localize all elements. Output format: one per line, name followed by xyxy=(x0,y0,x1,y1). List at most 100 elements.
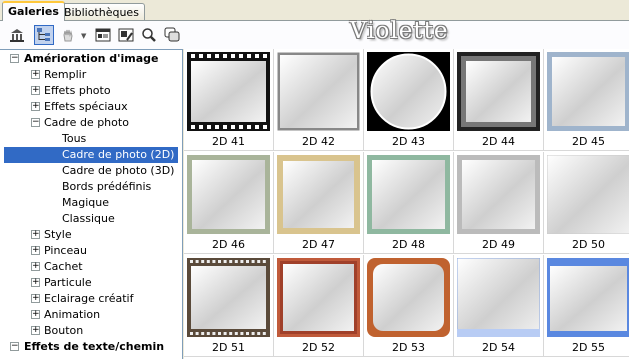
gallery-thumbnail[interactable]: 2D 48 xyxy=(364,152,454,254)
tree-view-icon xyxy=(37,28,50,41)
tree-item[interactable]: Magique xyxy=(0,195,182,211)
tree-item[interactable]: + Effets photo xyxy=(0,83,182,99)
copy-icon xyxy=(164,27,180,42)
hand-button[interactable] xyxy=(58,25,78,45)
search-button[interactable] xyxy=(139,25,159,45)
home-icon xyxy=(10,29,24,42)
thumbnail-label: 2D 55 xyxy=(572,341,605,354)
collapse-icon[interactable]: − xyxy=(31,118,40,127)
tree-item-label: Effets spéciaux xyxy=(44,100,128,113)
thumbnail-label: 2D 44 xyxy=(482,135,515,148)
collapse-icon[interactable]: − xyxy=(10,54,19,63)
thumbnail-label: 2D 47 xyxy=(302,238,335,251)
expand-icon[interactable]: + xyxy=(31,246,40,255)
tree-view-button[interactable] xyxy=(34,25,54,45)
gallery-thumbnail[interactable]: 2D 49 xyxy=(454,152,544,254)
expand-icon[interactable]: + xyxy=(31,230,40,239)
tree-item-label: Magique xyxy=(62,196,109,209)
gallery-thumbnail[interactable]: 2D 53 xyxy=(364,255,454,357)
frame-preview-image xyxy=(187,52,270,131)
frame-preview-image xyxy=(546,154,629,235)
expand-icon[interactable]: + xyxy=(31,326,40,335)
tree-item[interactable]: + Cachet xyxy=(0,259,182,275)
tab-bibliotheques[interactable]: Bibliothèques xyxy=(58,3,145,21)
gallery-thumbnail[interactable]: 2D 44 xyxy=(454,49,544,151)
category-tree: − Amérioration d'image + Remplir + Effets pho… xyxy=(0,49,183,359)
window-button[interactable] xyxy=(93,25,113,45)
gallery-thumbnail[interactable]: 2D 46 xyxy=(184,152,274,254)
tree-item[interactable]: Tous xyxy=(0,131,182,147)
thumbnail-label: 2D 53 xyxy=(392,341,425,354)
hand-icon xyxy=(63,29,73,42)
frame-preview-image xyxy=(547,52,629,131)
tree-item[interactable]: Bords prédéfinis xyxy=(0,179,182,195)
expand-icon[interactable]: + xyxy=(31,294,40,303)
tree-item-label: Cadre de photo (3D) xyxy=(62,164,175,177)
tree-item-label: Bords prédéfinis xyxy=(62,180,152,193)
search-icon xyxy=(142,28,156,42)
frame-preview-image xyxy=(277,155,360,234)
tree-item-label: Remplir xyxy=(44,68,87,81)
gallery-thumbnail[interactable]: 2D 42 xyxy=(274,49,364,151)
gallery-thumbnail[interactable]: 2D 55 xyxy=(544,255,629,357)
tree-item-label: Cachet xyxy=(44,260,83,273)
tree-item[interactable]: − Cadre de photo xyxy=(0,115,182,131)
thumbnail-label: 2D 45 xyxy=(572,135,605,148)
collapse-icon[interactable]: − xyxy=(10,342,19,351)
expand-icon[interactable]: + xyxy=(31,278,40,287)
expand-icon[interactable]: + xyxy=(31,310,40,319)
gallery-thumbnail[interactable]: 2D 51 xyxy=(184,255,274,357)
tree-item[interactable]: Classique xyxy=(0,211,182,227)
gallery-thumbnail[interactable]: 2D 47 xyxy=(274,152,364,254)
tree-item[interactable]: Cadre de photo (3D) xyxy=(0,163,182,179)
tree-item-label: Tous xyxy=(62,132,87,145)
copy-button[interactable] xyxy=(162,25,182,45)
thumbnail-grid: 2D 41 2D 42 2D 43 2D 44 2D 45 2D 46 2D 47 2D 48… xyxy=(184,49,629,359)
thumbnail-label: 2D 41 xyxy=(212,135,245,148)
frame-preview-image xyxy=(367,155,450,234)
thumbnail-label: 2D 51 xyxy=(212,341,245,354)
image-edit-button[interactable] xyxy=(116,25,136,45)
expand-icon[interactable]: + xyxy=(31,86,40,95)
expand-icon[interactable]: + xyxy=(31,262,40,271)
frame-preview-image xyxy=(277,52,360,131)
tree-item[interactable]: Cadre de photo (2D) xyxy=(4,147,178,163)
dropdown-caret-icon[interactable]: ▼ xyxy=(81,32,86,40)
tree-item-label: Animation xyxy=(44,308,101,321)
tab-galeries[interactable]: Galeries xyxy=(2,1,65,21)
gallery-thumbnail[interactable]: 2D 43 xyxy=(364,49,454,151)
gallery-thumbnail[interactable]: 2D 45 xyxy=(544,49,629,151)
frame-preview-image xyxy=(367,52,450,131)
tree-item-label: Cadre de photo (2D) xyxy=(62,148,175,161)
tab-bibliotheques-label: Bibliothèques xyxy=(64,6,139,19)
frame-preview-image xyxy=(187,258,270,337)
tree-item[interactable]: + Style xyxy=(0,227,182,243)
tree-item[interactable]: + Pinceau xyxy=(0,243,182,259)
expand-icon[interactable]: + xyxy=(31,102,40,111)
gallery-thumbnail[interactable]: 2D 54 xyxy=(454,255,544,357)
gallery-thumbnail[interactable]: 2D 50 xyxy=(544,152,629,254)
gallery-thumbnail[interactable]: 2D 52 xyxy=(274,255,364,357)
thumbnail-label: 2D 52 xyxy=(302,341,335,354)
tree-item[interactable]: − Amérioration d'image xyxy=(0,51,182,67)
tree-item[interactable]: + Eclairage créatif xyxy=(0,291,182,307)
home-button[interactable] xyxy=(7,25,27,45)
tree-item-label: Pinceau xyxy=(44,244,87,257)
expand-icon[interactable]: + xyxy=(31,70,40,79)
tree-item[interactable]: + Particule xyxy=(0,275,182,291)
thumbnail-label: 2D 50 xyxy=(572,238,605,251)
tree-item[interactable]: − Effets de texte/chemin xyxy=(0,339,182,355)
tree-item-label: Eclairage créatif xyxy=(44,292,134,305)
tree-item-label: Effets de texte/chemin xyxy=(24,340,165,353)
tree-item[interactable]: + Effets spéciaux xyxy=(0,99,182,115)
image-edit-icon xyxy=(118,28,134,42)
gallery-title: Violette xyxy=(350,18,449,44)
toolbar: ▼ xyxy=(0,21,629,49)
tree-item[interactable]: + Remplir xyxy=(0,67,182,83)
tree-item-label: Style xyxy=(44,228,72,241)
tree-item[interactable]: + Animation xyxy=(0,307,182,323)
thumbnail-label: 2D 43 xyxy=(392,135,425,148)
tree-item-label: Amérioration d'image xyxy=(24,52,159,65)
gallery-thumbnail[interactable]: 2D 41 xyxy=(184,49,274,151)
tree-item[interactable]: + Bouton xyxy=(0,323,182,339)
